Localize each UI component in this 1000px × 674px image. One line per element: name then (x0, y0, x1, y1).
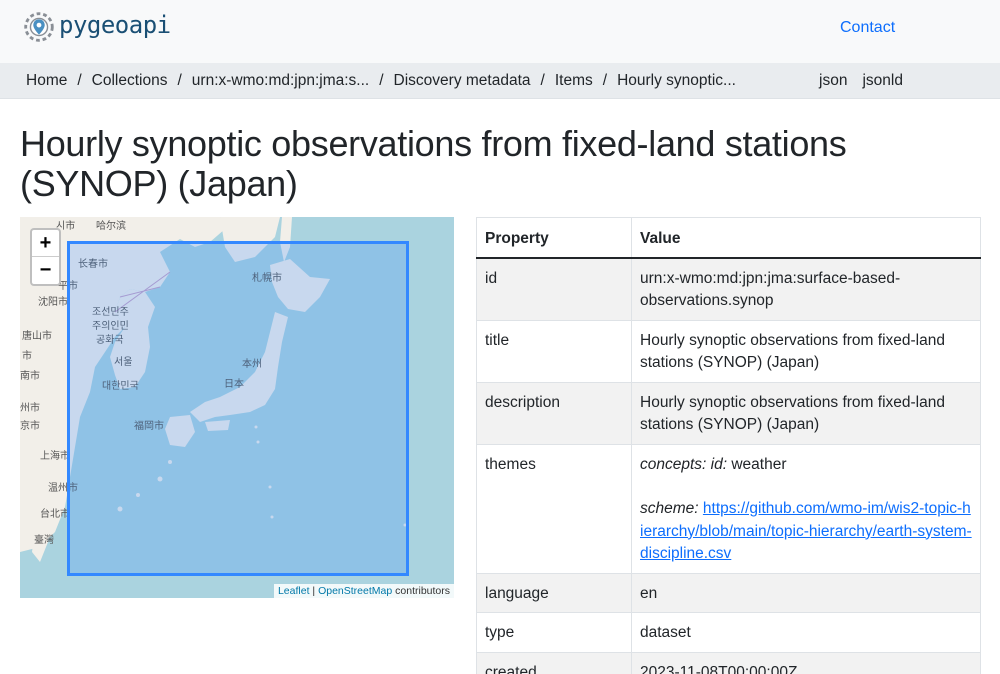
map-label: 京市 (20, 421, 40, 432)
openstreetmap-link[interactable]: OpenStreetMap (318, 585, 392, 597)
property-value: Hourly synoptic observations from fixed-… (631, 381, 981, 445)
property-value-themes: concepts: id: weather scheme: https://gi… (631, 443, 981, 574)
column-header-value: Value (631, 217, 981, 259)
map-label: 南市 (20, 371, 40, 382)
breadcrumb-separator: / (540, 72, 545, 89)
scheme-label: scheme: (640, 500, 699, 517)
page-title: Hourly synoptic observations from fixed-… (20, 123, 847, 204)
map-label: 唐山市 (22, 331, 52, 342)
property-value: 2023-11-08T00:00:00Z (631, 651, 981, 674)
bbox-overlay[interactable] (67, 241, 409, 576)
property-value: urn:x-wmo:md:jpn:jma:surface-based-obser… (631, 257, 981, 321)
table-row-title: title Hourly synoptic observations from … (476, 319, 981, 383)
map-label: 市 (22, 351, 32, 362)
leaflet-link[interactable]: Leaflet (278, 585, 310, 597)
property-value: en (631, 572, 981, 613)
breadcrumb-separator: / (379, 72, 384, 89)
format-jsonld-link[interactable]: jsonld (862, 72, 903, 90)
breadcrumb-separator: / (177, 72, 182, 89)
id-label: id: (710, 455, 728, 473)
zoom-out-button[interactable]: − (32, 257, 59, 284)
table-row-themes: themes concepts: id: weather scheme: htt… (476, 443, 981, 574)
breadcrumb-collection-id[interactable]: urn:x-wmo:md:jpn:jma:s... (192, 72, 369, 90)
breadcrumb-separator: / (77, 72, 82, 89)
navbar: pygeoapi Contact (0, 0, 1000, 63)
attribution-separator: | (312, 585, 316, 597)
id-value: weather (731, 455, 787, 473)
zoom-control: + − (30, 228, 61, 286)
map-label: 上海市 (40, 451, 70, 462)
map[interactable]: 시市 哈尔滨 长春市 札幌市 沈阳市 조선민주 주의인민 공화국 서울 대한민국… (20, 217, 454, 598)
map-label: 哈尔滨 (96, 221, 126, 232)
breadcrumb: Home / Collections / urn:x-wmo:md:jpn:jm… (0, 63, 1000, 99)
map-attribution: Leaflet | OpenStreetMap contributors (273, 584, 454, 598)
property-key: title (476, 319, 632, 383)
breadcrumb-discovery-metadata[interactable]: Discovery metadata (394, 72, 531, 90)
pygeoapi-logo-icon (24, 12, 54, 42)
property-key: type (476, 612, 632, 653)
map-label: 州市 (20, 403, 40, 414)
breadcrumb-collections[interactable]: Collections (92, 72, 168, 90)
theme-scheme: scheme: https://github.com/wmo-im/wis2-t… (640, 498, 972, 566)
table-header-row: Property Value (476, 217, 981, 259)
table-row-description: description Hourly synoptic observations… (476, 381, 981, 445)
format-json-link[interactable]: json (819, 72, 847, 90)
table-row-language: language en (476, 572, 981, 613)
map-label: 臺灣 (34, 535, 54, 546)
breadcrumb-separator: / (602, 72, 608, 89)
theme-concept: concepts: id: weather (640, 454, 972, 477)
map-label: 台北市 (40, 509, 70, 520)
contact-link[interactable]: Contact (840, 19, 895, 37)
property-key: id (476, 257, 632, 321)
logo-text: pygeoapi (59, 11, 171, 39)
logo[interactable]: pygeoapi (20, 8, 171, 46)
property-value: dataset (631, 612, 981, 653)
concepts-label: concepts: (640, 455, 707, 473)
property-key: created (476, 651, 632, 674)
breadcrumb-items[interactable]: Items (555, 72, 593, 90)
breadcrumb-home[interactable]: Home (26, 72, 67, 90)
property-value: Hourly synoptic observations from fixed-… (631, 319, 981, 383)
breadcrumb-current-item[interactable]: Hourly synoptic... (617, 72, 736, 90)
zoom-in-button[interactable]: + (32, 230, 59, 257)
property-key: language (476, 572, 632, 613)
table-row-type: type dataset (476, 612, 981, 653)
table-row-id: id urn:x-wmo:md:jpn:jma:surface-based-ob… (476, 257, 981, 321)
properties-table: Property Value id urn:x-wmo:md:jpn:jma:s… (476, 217, 981, 674)
column-header-property: Property (476, 217, 632, 259)
map-label: 沈阳市 (38, 297, 68, 308)
property-key: description (476, 381, 632, 445)
property-key: themes (476, 443, 632, 574)
table-row-created: created 2023-11-08T00:00:00Z (476, 651, 981, 674)
attribution-suffix: contributors (395, 585, 450, 597)
